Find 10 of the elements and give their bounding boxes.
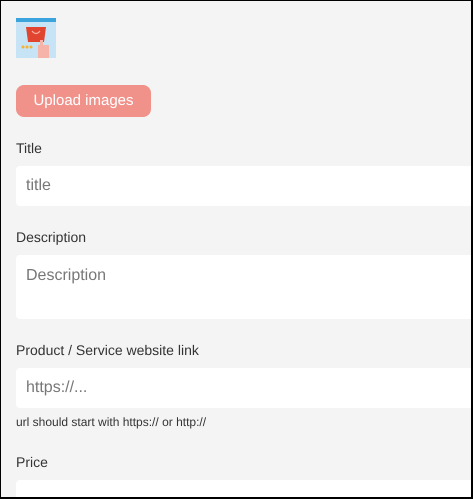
hint-text: url should start with https:// or http:// [16, 414, 208, 431]
input-field[interactable]: title [16, 166, 471, 206]
field-label: Product / Service website link [16, 341, 200, 359]
field-label: Price [16, 453, 49, 471]
shopping-app-icon [16, 18, 56, 58]
field-label: Title [16, 139, 43, 157]
upload-images-button[interactable]: Upload images [16, 85, 151, 117]
input-field[interactable]: https://... [16, 368, 471, 408]
description-field[interactable]: Description [16, 255, 471, 319]
field-label: Description [16, 228, 88, 246]
